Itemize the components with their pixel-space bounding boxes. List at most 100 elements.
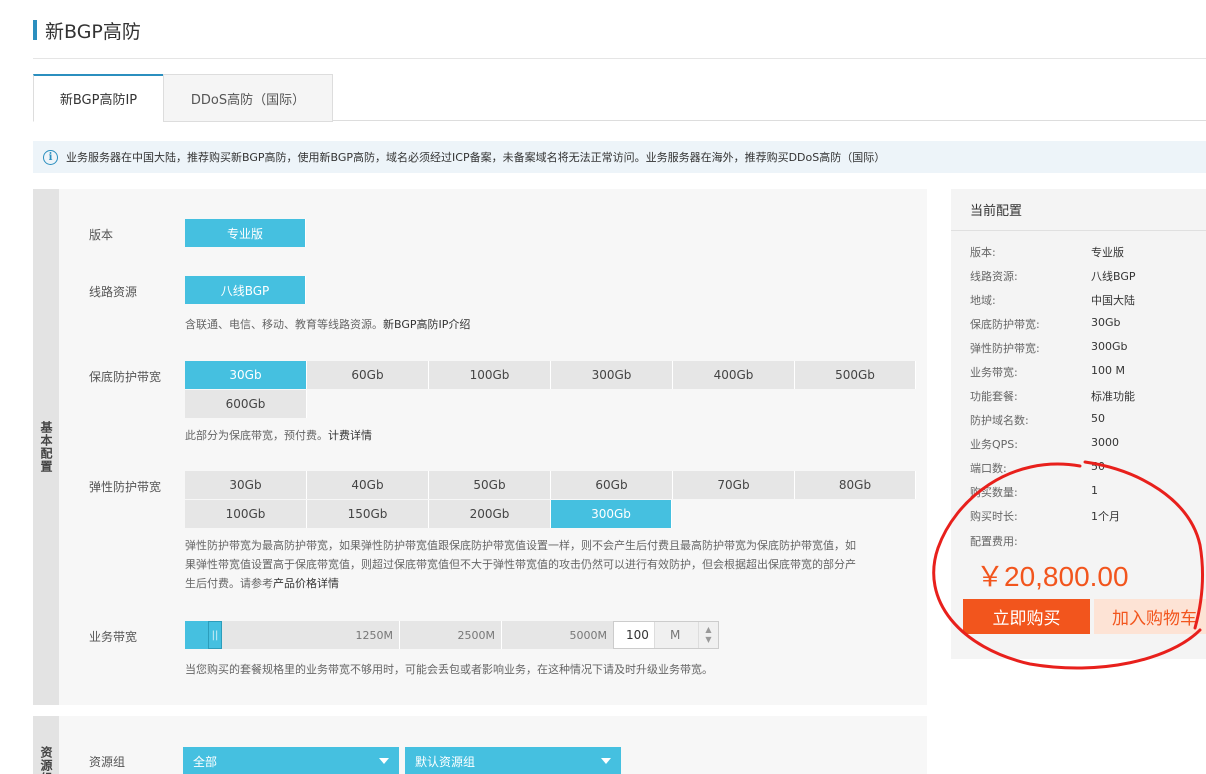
summary-key: 功能套餐: xyxy=(970,390,1018,403)
summary-row: 购买数量: 1 xyxy=(970,484,1200,502)
elastic-bw-hint: 弹性防护带宽为最高防护带宽，如果弹性防护带宽值跟保底防护带宽值设置一样，则不会产… xyxy=(185,536,920,593)
title-accent-bar xyxy=(33,20,37,40)
summary-row: 业务带宽: 100 M xyxy=(970,364,1200,382)
summary-key: 防护域名数: xyxy=(970,414,1029,427)
summary-key: 业务QPS: xyxy=(970,438,1018,451)
tab-ddos-intl[interactable]: DDoS高防（国际） xyxy=(163,74,333,122)
fee-label: 配置费用: xyxy=(970,535,1018,548)
product-tabs: 新BGP高防IP DDoS高防（国际） xyxy=(33,74,1206,122)
summary-key: 购买时长: xyxy=(970,510,1018,523)
summary-key: 线路资源: xyxy=(970,270,1018,283)
line-hint-text: 含联通、电信、移动、教育等线路资源。 xyxy=(185,318,383,331)
stepper-arrows[interactable]: ▲ ▼ xyxy=(698,622,718,648)
summary-key: 地域: xyxy=(970,294,996,307)
elastic-bw-option[interactable]: 150Gb xyxy=(307,500,429,528)
elastic-bw-option[interactable]: 80Gb xyxy=(795,471,916,499)
current-config-title: 当前配置 xyxy=(951,189,1206,231)
base-bw-label: 保底防护带宽 xyxy=(89,370,162,384)
current-config-panel: 当前配置 版本: 专业版 线路资源: 八线BGP 地域: 中国大陆 保底防护带宽: 30… xyxy=(951,189,1206,659)
summary-key: 版本: xyxy=(970,246,996,259)
summary-row: 地域: 中国大陆 xyxy=(970,292,1200,310)
edition-label: 版本 xyxy=(89,228,114,242)
elastic-hint-line2: 果弹性带宽值设置高于保底带宽值，则超过保底带宽值但不大于弹性带宽值的攻击仍然可以… xyxy=(185,558,856,571)
summary-value: 中国大陆 xyxy=(1091,294,1135,307)
price-detail-link[interactable]: 产品价格详情 xyxy=(273,577,339,590)
base-bw-hint: 此部分为保底带宽，预付费。计费详情 xyxy=(185,426,372,445)
buy-now-button[interactable]: 立即购买 xyxy=(963,599,1090,634)
stepper-down-icon[interactable]: ▼ xyxy=(705,635,711,645)
dropdown-value: 全部 xyxy=(193,754,218,769)
resource-group-filter-dropdown[interactable]: 全部 xyxy=(183,747,399,774)
summary-row: 购买时长: 1个月 xyxy=(970,508,1200,526)
elastic-bw-option[interactable]: 40Gb xyxy=(307,471,429,499)
summary-value: 50 xyxy=(1091,412,1105,425)
summary-key: 弹性防护带宽: xyxy=(970,342,1040,355)
line-label: 线路资源 xyxy=(89,285,138,299)
summary-row: 业务QPS: 3000 xyxy=(970,436,1200,454)
summary-value: 标准功能 xyxy=(1091,390,1135,403)
elastic-hint-line1: 弹性防护带宽为最高防护带宽，如果弹性防护带宽值跟保底防护带宽值设置一样，则不会产… xyxy=(185,539,856,552)
summary-value: 300Gb xyxy=(1091,340,1128,353)
summary-row: 弹性防护带宽: 300Gb xyxy=(970,340,1200,358)
summary-row: 功能套餐: 标准功能 xyxy=(970,388,1200,406)
summary-key: 购买数量: xyxy=(970,486,1018,499)
elastic-hint-line3-text: 生后付费。请参考 xyxy=(185,577,273,590)
section-sidebar: 基本配置 xyxy=(33,189,59,705)
summary-value: 100 M xyxy=(1091,364,1125,377)
summary-key: 端口数: xyxy=(970,462,1007,475)
summary-value: 八线BGP xyxy=(1091,270,1136,283)
elastic-bw-option[interactable]: 100Gb xyxy=(185,500,307,528)
service-bw-input[interactable]: 100 M ▲ ▼ xyxy=(613,621,719,649)
summary-key: 保底防护带宽: xyxy=(970,318,1040,331)
elastic-bw-option[interactable]: 200Gb xyxy=(429,500,551,528)
section-label-basic: 基本配置 xyxy=(39,421,53,473)
tab-bgp-ip[interactable]: 新BGP高防IP xyxy=(33,74,164,122)
chevron-down-icon xyxy=(601,758,611,764)
elastic-bw-option-selected[interactable]: 300Gb xyxy=(551,500,672,528)
service-bw-hint: 当您购买的套餐规格里的业务带宽不够用时，可能会丢包或者影响业务，在这种情况下请及… xyxy=(185,663,713,676)
stepper-up-icon[interactable]: ▲ xyxy=(705,625,711,635)
line-intro-link[interactable]: 新BGP高防IP介绍 xyxy=(383,318,470,331)
summary-value: 3000 xyxy=(1091,436,1119,449)
summary-row: 版本: 专业版 xyxy=(970,244,1200,262)
base-bw-option[interactable]: 300Gb xyxy=(551,361,673,389)
resource-group-dropdown[interactable]: 默认资源组 xyxy=(405,747,621,774)
elastic-bw-option[interactable]: 60Gb xyxy=(551,471,673,499)
page-title-text: 新BGP高防 xyxy=(45,20,141,43)
slider-handle[interactable]: || xyxy=(208,621,222,649)
summary-row: 端口数: 50 xyxy=(970,460,1200,478)
summary-value: 1个月 xyxy=(1091,510,1120,523)
service-bw-value[interactable]: 100 xyxy=(614,628,654,642)
billing-detail-link[interactable]: 计费详情 xyxy=(328,429,372,442)
divider xyxy=(33,58,1206,59)
service-bw-slider[interactable]: 1250M 2500M 5000M || xyxy=(185,621,613,649)
slider-tick-label: 5000M xyxy=(569,628,608,642)
section-label-resource: 资源组 xyxy=(39,746,53,774)
service-bw-unit: M xyxy=(654,622,698,648)
base-bw-option[interactable]: 100Gb xyxy=(429,361,551,389)
base-bw-hint-text: 此部分为保底带宽，预付费。 xyxy=(185,429,328,442)
summary-value: 50 xyxy=(1091,460,1105,473)
base-bw-option[interactable]: 600Gb xyxy=(185,390,307,418)
summary-value: 30Gb xyxy=(1091,316,1121,329)
base-bw-option[interactable]: 30Gb xyxy=(185,361,307,389)
elastic-bw-option[interactable]: 50Gb xyxy=(429,471,551,499)
summary-row: 防护域名数: 50 xyxy=(970,412,1200,430)
elastic-hint-line3: 生后付费。请参考产品价格详情 xyxy=(185,574,920,593)
chevron-down-icon xyxy=(379,758,389,764)
line-option-8bgp[interactable]: 八线BGP xyxy=(185,276,306,304)
summary-value: 专业版 xyxy=(1091,246,1124,259)
elastic-bw-option[interactable]: 30Gb xyxy=(185,471,307,499)
edition-option-pro[interactable]: 专业版 xyxy=(185,219,306,247)
section-sidebar: 资源组 xyxy=(33,716,59,774)
base-bw-option[interactable]: 400Gb xyxy=(673,361,795,389)
base-bw-option[interactable]: 500Gb xyxy=(795,361,916,389)
info-icon: i xyxy=(43,149,58,165)
summary-key: 业务带宽: xyxy=(970,366,1018,379)
elastic-bw-option[interactable]: 70Gb xyxy=(673,471,795,499)
notice-banner: i 业务服务器在中国大陆，推荐购买新BGP高防，使用新BGP高防，域名必须经过I… xyxy=(33,141,1206,173)
base-bw-option[interactable]: 60Gb xyxy=(307,361,429,389)
add-to-cart-button[interactable]: 加入购物车 xyxy=(1094,599,1206,634)
resource-group-label: 资源组 xyxy=(89,755,126,769)
elastic-bw-label: 弹性防护带宽 xyxy=(89,480,162,494)
